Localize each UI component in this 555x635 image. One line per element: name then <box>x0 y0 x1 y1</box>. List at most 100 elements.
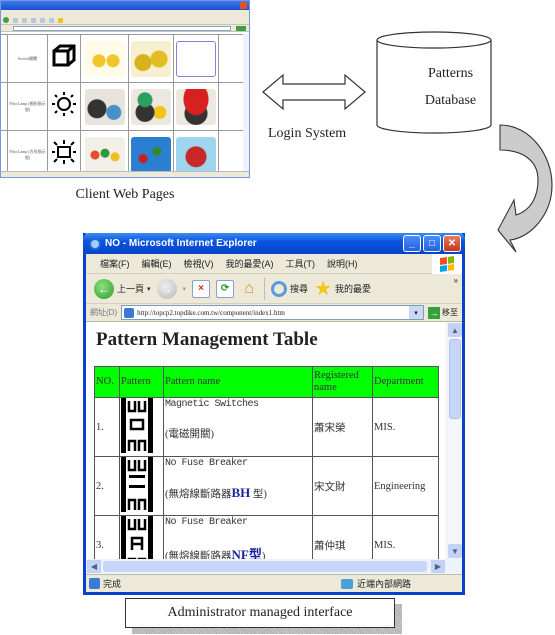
address-dropdown-icon[interactable]: ▾ <box>409 306 423 319</box>
forward-dropdown-icon: ▾ <box>182 285 187 293</box>
toolbar-separator <box>264 277 266 300</box>
zone-text: 近端內部網路 <box>357 579 412 589</box>
menu-favorites[interactable]: 我的最愛(A) <box>226 257 274 270</box>
pattern-management-table: NO. Pattern Pattern name Registered name… <box>94 366 439 559</box>
login-system-label: Login System <box>268 126 347 141</box>
registered-name: 宋文財 <box>312 456 373 516</box>
window-title-bar: NO - Microsoft Internet Explorer _ □ ✕ <box>83 233 465 254</box>
page-done-icon <box>89 578 100 589</box>
pattern-name-en: Magnetic Switches <box>165 399 259 410</box>
pattern-name-en: No Fuse Breaker <box>165 458 248 469</box>
go-arrow-icon: → <box>428 306 440 319</box>
pattern-name-zh-text: (電磁開關) <box>165 429 214 440</box>
menu-edit[interactable]: 編輯(E) <box>142 257 172 270</box>
pattern-name-zh-text: (無熔線斷路器 <box>165 489 232 500</box>
go-button[interactable]: → 移至 <box>428 306 458 319</box>
login-double-arrow-icon <box>262 73 366 111</box>
no-fuse-breaker-bh-pattern-icon <box>119 456 164 516</box>
admin-browser-window: NO - Microsoft Internet Explorer _ □ ✕ 檔… <box>83 233 465 595</box>
menu-tools[interactable]: 工具(T) <box>286 257 316 270</box>
scroll-right-button[interactable]: ▶ <box>431 560 445 573</box>
column-header-registered-name: Registered name <box>312 366 373 398</box>
menu-file[interactable]: 檔案(F) <box>100 257 130 270</box>
intranet-icon <box>341 578 353 589</box>
menu-bar: 檔案(F) 編輯(E) 檢視(V) 我的最愛(A) 工具(T) 說明(H) <box>86 254 462 274</box>
database-label-line2: Database <box>424 93 477 108</box>
scroll-up-button[interactable]: ▲ <box>448 323 462 337</box>
favorites-label: 我的最愛 <box>335 284 372 294</box>
column-header-department: Department <box>372 366 439 398</box>
admin-caption-text: Administrator managed interface <box>167 605 353 620</box>
back-button[interactable]: ← 上一頁 ▾ <box>94 278 151 299</box>
address-label: 網址(D) <box>90 308 118 317</box>
page-content: Pattern Management Table NO. Pattern Pat… <box>86 322 462 559</box>
address-input[interactable]: http://topcp2.topdike.com.tw/component/i… <box>121 305 424 320</box>
vertical-scrollbar[interactable]: ▲ ▼ <box>446 322 462 559</box>
search-label: 搜尋 <box>290 284 309 294</box>
page-icon <box>124 307 135 318</box>
model-code: NF型 <box>231 547 262 559</box>
scroll-thumb[interactable] <box>449 339 461 419</box>
window-title: NO - Microsoft Internet Explorer <box>105 238 257 249</box>
horizontal-scrollbar[interactable]: ◀ ▶ <box>86 559 462 574</box>
windows-logo-icon <box>432 254 462 274</box>
forward-button[interactable]: → <box>156 278 177 299</box>
table-row[interactable]: 2. No Fuse Breaker (無熔線斷路器BH 型) 宋文財 Engi… <box>94 456 439 516</box>
pattern-name-zh-text: (無熔線斷路器 <box>165 551 232 559</box>
department: MIS. <box>372 397 439 457</box>
status-bar: 完成 近端內部網路 <box>86 574 462 592</box>
column-header-pattern: Pattern <box>119 366 164 398</box>
horizontal-scroll-thumb[interactable] <box>103 561 427 572</box>
table-row[interactable]: 1. Magnetic Switches (電磁開關) 蕭宋榮 MIS. <box>94 397 439 457</box>
menu-help[interactable]: 說明(H) <box>327 257 358 270</box>
registered-name: 蕭仲琪 <box>312 515 373 559</box>
status-text: 完成 <box>103 579 122 589</box>
stop-button[interactable]: × <box>192 279 211 298</box>
pattern-name-zh: (電磁開關) <box>165 426 311 441</box>
table-header-row: NO. Pattern Pattern name Registered name… <box>94 366 439 398</box>
back-label: 上一頁 <box>117 284 145 294</box>
pattern-name-en: No Fuse Breaker <box>165 517 248 528</box>
toolbar: ← 上一頁 ▾ → ▾ × ⟳ ⌂ 搜尋 ★ 我的最愛 » <box>86 274 462 304</box>
model-code: BH <box>231 485 251 500</box>
row-number: 2. <box>94 456 120 516</box>
address-bar: 網址(D) http://topcp2.topdike.com.tw/compo… <box>86 304 462 322</box>
no-fuse-breaker-nf-pattern-icon <box>119 515 164 559</box>
toolbar-more-button[interactable]: » <box>454 276 458 285</box>
pattern-name-zh: (無熔線斷路器NF型) <box>165 544 311 559</box>
pattern-name-zh: (無熔線斷路器BH 型) <box>165 485 311 501</box>
home-button[interactable]: ⌂ <box>240 280 258 298</box>
maximize-button[interactable]: □ <box>423 235 441 252</box>
scroll-down-button[interactable]: ▼ <box>448 544 462 558</box>
close-button[interactable]: ✕ <box>443 235 461 252</box>
back-arrow-icon: ← <box>94 278 114 299</box>
pattern-name-cell: Magnetic Switches (電磁開關) <box>163 397 313 457</box>
favorites-button[interactable]: ★ 我的最愛 <box>314 279 371 299</box>
admin-interface-caption: Administrator managed interface <box>125 598 395 628</box>
department: MIS. <box>372 515 439 559</box>
column-header-pattern-name: Pattern name <box>163 366 313 398</box>
database-label-line1: Patterns <box>427 66 474 81</box>
search-button[interactable]: 搜尋 <box>271 280 309 297</box>
department: Engineering <box>372 456 439 516</box>
star-icon: ★ <box>314 277 332 300</box>
go-label: 移至 <box>442 308 458 317</box>
registered-name: 蕭宋榮 <box>312 397 373 457</box>
menu-view[interactable]: 檢視(V) <box>184 257 214 270</box>
security-zone: 近端內部網路 <box>341 577 411 590</box>
pattern-name-cell: No Fuse Breaker (無熔線斷路器NF型) <box>163 515 313 559</box>
table-row[interactable]: 3. No Fuse Breaker (無熔線斷路器NF型) 蕭仲琪 MIS. <box>94 515 439 559</box>
minimize-button[interactable]: _ <box>403 235 421 252</box>
curved-arrow-icon <box>497 124 553 253</box>
model-suffix: ) <box>261 551 266 559</box>
scroll-left-button[interactable]: ◀ <box>87 560 101 573</box>
row-number: 1. <box>94 397 120 457</box>
address-url: http://topcp2.topdike.com.tw/component/i… <box>137 308 285 317</box>
database-cylinder-icon <box>376 31 492 134</box>
refresh-button[interactable]: ⟳ <box>216 279 235 298</box>
ie-icon <box>89 237 101 250</box>
row-number: 3. <box>94 515 120 559</box>
page-title: Pattern Management Table <box>96 329 318 350</box>
search-icon <box>271 280 288 297</box>
model-suffix: 型) <box>250 489 267 500</box>
